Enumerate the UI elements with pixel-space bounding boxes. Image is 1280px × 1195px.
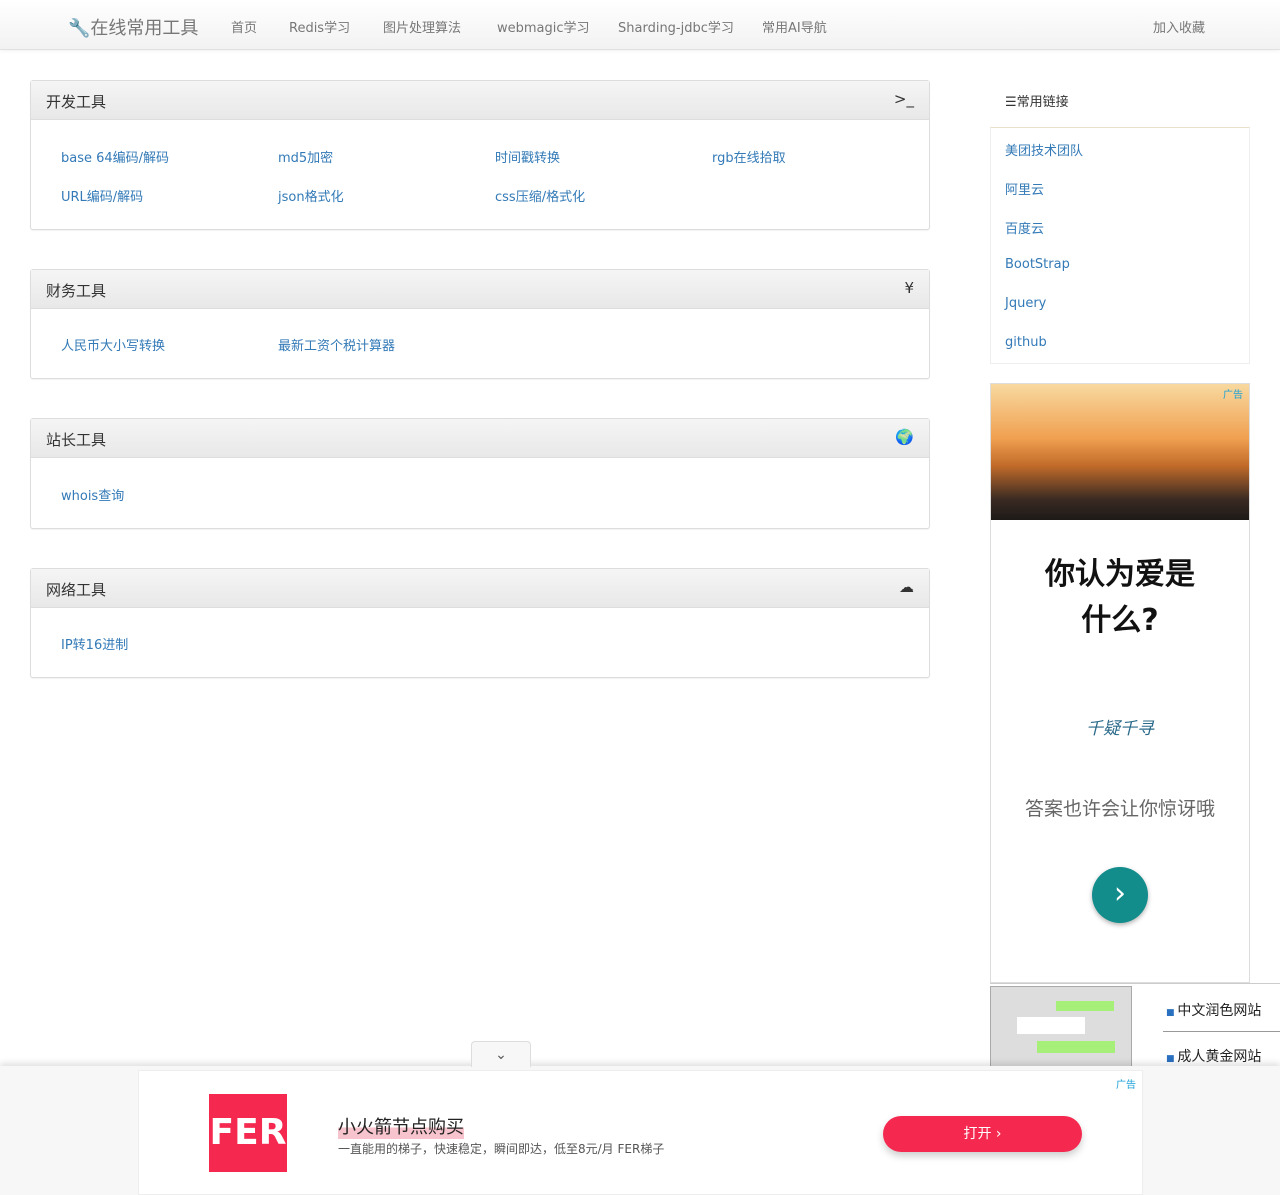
tool-link[interactable]: whois查询: [61, 485, 124, 504]
tool-link[interactable]: json格式化: [278, 186, 344, 205]
open-button[interactable]: 打开 ›: [883, 1116, 1082, 1152]
bottom-ad[interactable]: 广告 FER 小火箭节点购买 一直能用的梯子，快速稳定，瞬间即达，低至8元/月 …: [138, 1070, 1143, 1195]
panel-title: 站长工具: [46, 431, 107, 449]
panel-title: 开发工具: [46, 93, 107, 111]
nav-ai[interactable]: 常用AI导航: [762, 17, 827, 36]
sidebar-link[interactable]: BootStrap: [1005, 257, 1070, 272]
tool-link[interactable]: IP转16进制: [61, 634, 128, 653]
sidebar-ad[interactable]: 广告 你认为爱是 什么? 千疑千寻 答案也许会让你惊讶哦 ›: [990, 383, 1250, 983]
sidebar-links: 美团技术团队 阿里云 百度云 BootStrap Jquery github: [990, 127, 1250, 364]
ad-photo: [991, 384, 1249, 520]
terminal-icon: >_: [893, 90, 914, 108]
nav-webmagic[interactable]: webmagic学习: [497, 17, 590, 36]
ad-label: 广告: [1116, 1080, 1136, 1091]
chevron-right-icon: ›: [995, 1126, 1002, 1142]
cloud-icon: ☁: [899, 578, 914, 596]
ad-description: 一直能用的梯子，快速稳定，瞬间即达，低至8元/月 FER梯子: [338, 1142, 665, 1156]
panel-title: 网络工具: [46, 581, 107, 599]
sidebar-link[interactable]: 美团技术团队: [1005, 140, 1083, 159]
tool-link[interactable]: 时间戳转换: [495, 147, 560, 166]
bottom-ad-bar: 广告 FER 小火箭节点购买 一直能用的梯子，快速稳定，瞬间即达，低至8元/月 …: [0, 1066, 1280, 1195]
nav-redis[interactable]: Redis学习: [289, 17, 350, 36]
panel-finance-tools: 财务工具 ¥ 人民币大小写转换 最新工资个税计算器: [30, 269, 930, 379]
secondary-ad[interactable]: ■ 中文润色网站 ■ 成人黄金网站: [990, 983, 1280, 1067]
bookmark-link[interactable]: 加入收藏: [1153, 17, 1205, 36]
tool-link[interactable]: md5加密: [278, 147, 333, 166]
ad-headline: 你认为爱是: [1045, 557, 1195, 592]
wrench-icon: 🔧: [68, 18, 91, 39]
brand[interactable]: 🔧在线常用工具: [68, 14, 198, 40]
ad-label: 广告: [1223, 390, 1243, 401]
panel-dev-tools: 开发工具 >_ base 64编码/解码 md5加密 时间戳转换 rgb在线拾取 …: [30, 80, 930, 230]
nav-image[interactable]: 图片处理算法: [383, 17, 461, 36]
sidebar-title: ☰常用链接: [1005, 95, 1069, 110]
chat-thumbnail: [990, 986, 1132, 1067]
sidebar-link[interactable]: github: [1005, 335, 1047, 350]
ad2-item[interactable]: ■ 成人黄金网站: [1166, 1046, 1261, 1066]
panel-title: 财务工具: [46, 282, 107, 300]
list-icon: ☰: [1005, 95, 1017, 110]
sidebar-link[interactable]: 百度云: [1005, 218, 1044, 237]
tool-link[interactable]: rgb在线拾取: [712, 147, 786, 166]
tool-link[interactable]: URL编码/解码: [61, 186, 143, 205]
tool-link[interactable]: 人民币大小写转换: [61, 335, 165, 354]
sidebar-link[interactable]: 阿里云: [1005, 179, 1044, 198]
nav-home[interactable]: 首页: [231, 17, 257, 36]
panel-webmaster-tools: 站长工具 🌍 whois查询: [30, 418, 930, 529]
ad-subtext: 答案也许会让你惊讶哦: [1024, 798, 1215, 820]
ad-next-button[interactable]: ›: [1092, 867, 1148, 923]
chevron-down-icon: ⌄: [495, 1047, 507, 1063]
tool-link[interactable]: 最新工资个税计算器: [278, 335, 395, 354]
collapse-ad-button[interactable]: ⌄: [471, 1041, 531, 1067]
navbar: 🔧在线常用工具 首页 Redis学习 图片处理算法 webmagic学习 Sha…: [0, 0, 1280, 50]
ad-title: 小火箭节点购买: [338, 1113, 464, 1139]
globe-icon: 🌍: [895, 428, 914, 446]
fer-logo: FER: [209, 1094, 287, 1172]
sidebar-link[interactable]: Jquery: [1005, 296, 1046, 311]
ad-headline: 什么?: [1081, 603, 1159, 638]
yen-icon: ¥: [904, 279, 914, 297]
ad2-item[interactable]: ■ 中文润色网站: [1166, 1000, 1261, 1020]
tool-link[interactable]: base 64编码/解码: [61, 147, 169, 166]
ad-logo: 千疑千寻: [1086, 719, 1154, 739]
tool-link[interactable]: css压缩/格式化: [495, 186, 585, 205]
nav-sharding[interactable]: Sharding-jdbc学习: [618, 17, 734, 36]
panel-network-tools: 网络工具 ☁ IP转16进制: [30, 568, 930, 678]
